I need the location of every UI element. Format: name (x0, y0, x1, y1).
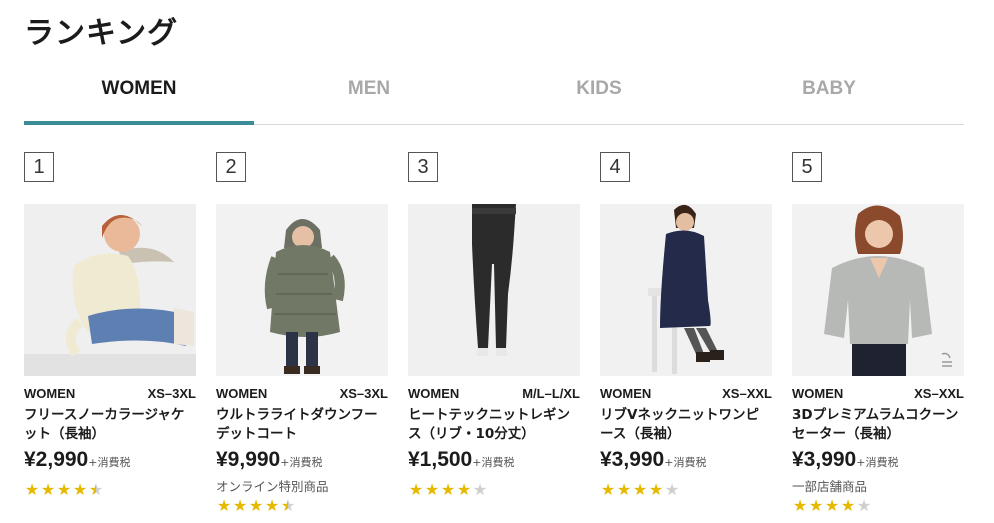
product-category: WOMEN (408, 386, 460, 401)
star-icon: ★ (264, 496, 280, 515)
price-row: ¥1,500+消費税 (408, 448, 580, 472)
tab-men[interactable]: MEN (254, 64, 484, 124)
star-icon: ★ (600, 480, 616, 499)
product-meta: WOMEN XS–3XL (216, 386, 388, 401)
rating-stars: ★ ★ ★ ★ ★ (408, 480, 488, 499)
product-note: オンライン特別商品 (216, 479, 329, 494)
product-card[interactable]: 4 WOMEN XS–XXL リブVネックニットワンピース（長袖） ¥3,990 (600, 152, 772, 523)
product-price: ¥9,990 (216, 448, 281, 471)
tax-label: +消費税 (280, 456, 323, 469)
product-image[interactable] (600, 204, 772, 376)
product-price: ¥2,990 (24, 448, 89, 471)
rank-badge: 5 (792, 152, 822, 182)
tab-baby[interactable]: BABY (714, 64, 944, 124)
star-icon: ★ (808, 496, 824, 515)
price-row: ¥3,990+消費税 (600, 448, 772, 472)
product-category: WOMEN (216, 386, 268, 401)
product-meta: WOMEN XS–XXL (600, 386, 772, 401)
product-meta: WOMEN M/L–L/XL (408, 386, 580, 401)
rank-badge: 4 (600, 152, 630, 182)
star-icon: ★ (216, 496, 232, 515)
star-icon: ★ (248, 496, 264, 515)
rating-stars: ★ ★ ★ ★ ★ (216, 496, 296, 515)
product-size: XS–XXL (722, 386, 772, 401)
star-icon: ★ (648, 480, 664, 499)
tab-women[interactable]: WOMEN (24, 64, 254, 125)
star-icon: ★ (40, 480, 56, 499)
product-image[interactable] (408, 204, 580, 376)
star-icon: ★ (424, 480, 440, 499)
product-card[interactable]: 2 WOMEN XS–3XL ウルトラライトダウンフーデットコート ¥9,990 (216, 152, 388, 523)
star-icon: ★ (632, 480, 648, 499)
product-name[interactable]: ウルトラライトダウンフーデットコート (216, 406, 388, 444)
rank-badge: 3 (408, 152, 438, 182)
rank-badge: 2 (216, 152, 246, 182)
product-card[interactable]: 5 WOMEN XS–XXL 3Dプレミアムラムコクーンセーター（長袖） ¥3,… (792, 152, 964, 523)
empty-star-icon: ★ (856, 496, 872, 515)
star-icon: ★ (440, 480, 456, 499)
star-icon: ★ (456, 480, 472, 499)
product-category: WOMEN (24, 386, 76, 401)
product-image[interactable] (792, 204, 964, 376)
tab-kids[interactable]: KIDS (484, 64, 714, 124)
product-name[interactable]: リブVネックニットワンピース（長袖） (600, 406, 772, 444)
product-meta: WOMEN XS–3XL (24, 386, 196, 401)
star-icon: ★ (408, 480, 424, 499)
product-note: 一部店舗商品 (792, 479, 868, 494)
star-icon: ★ (232, 496, 248, 515)
category-tabs: WOMEN MEN KIDS BABY (24, 64, 964, 125)
tax-label: +消費税 (88, 456, 131, 469)
price-row: ¥3,990+消費税 (792, 448, 964, 472)
product-name[interactable]: フリースノーカラージャケット（長袖） (24, 406, 196, 444)
half-star-icon: ★ (88, 480, 104, 499)
product-category: WOMEN (600, 386, 652, 401)
half-star-icon: ★ (280, 496, 296, 515)
star-icon: ★ (792, 496, 808, 515)
star-icon: ★ (56, 480, 72, 499)
product-size: XS–3XL (147, 386, 196, 401)
tax-label: +消費税 (856, 456, 899, 469)
star-icon: ★ (616, 480, 632, 499)
product-price: ¥3,990 (600, 448, 665, 471)
ranking-list: 1 WOMEN XS–3XL フリースノーカラージャケット（長袖） ¥2,990… (24, 152, 964, 523)
star-icon: ★ (840, 496, 856, 515)
empty-star-icon: ★ (664, 480, 680, 499)
product-image[interactable] (24, 204, 196, 376)
product-name[interactable]: 3Dプレミアムラムコクーンセーター（長袖） (792, 406, 964, 444)
star-icon: ★ (72, 480, 88, 499)
star-icon: ★ (24, 480, 40, 499)
tax-label: +消費税 (664, 456, 707, 469)
empty-star-icon: ★ (472, 480, 488, 499)
product-size: XS–XXL (914, 386, 964, 401)
product-price: ¥1,500 (408, 448, 473, 471)
product-size: M/L–L/XL (522, 386, 580, 401)
price-row: ¥2,990+消費税 (24, 448, 196, 472)
rating-stars: ★ ★ ★ ★ ★ (24, 480, 104, 499)
rating-stars: ★ ★ ★ ★ ★ (792, 496, 872, 515)
product-image[interactable] (216, 204, 388, 376)
rank-badge: 1 (24, 152, 54, 182)
price-row: ¥9,990+消費税 (216, 448, 388, 472)
product-size: XS–3XL (339, 386, 388, 401)
product-category: WOMEN (792, 386, 844, 401)
tax-label: +消費税 (472, 456, 515, 469)
product-meta: WOMEN XS–XXL (792, 386, 964, 401)
rating-stars: ★ ★ ★ ★ ★ (600, 480, 680, 499)
product-card[interactable]: 3 WOMEN M/L–L/XL ヒートテックニットレギンス（リブ・10分丈） … (408, 152, 580, 523)
star-icon: ★ (824, 496, 840, 515)
product-price: ¥3,990 (792, 448, 857, 471)
page-title: ランキング (24, 16, 179, 51)
product-card[interactable]: 1 WOMEN XS–3XL フリースノーカラージャケット（長袖） ¥2,990… (24, 152, 196, 523)
product-name[interactable]: ヒートテックニットレギンス（リブ・10分丈） (408, 406, 580, 444)
